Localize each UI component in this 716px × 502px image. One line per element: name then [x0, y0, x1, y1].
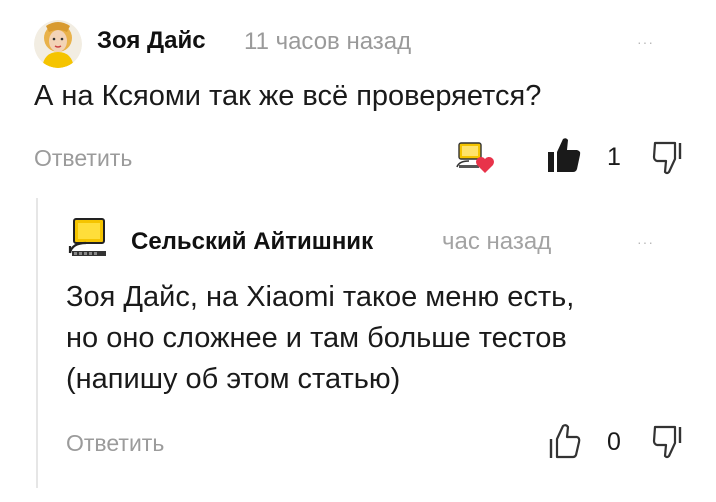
more-options-icon[interactable]: ···	[637, 235, 654, 249]
like-button[interactable]	[546, 136, 582, 174]
comment-author[interactable]: Зоя Дайс	[97, 27, 206, 55]
comment-text: А на Ксяоми так же всё проверяется?	[34, 80, 542, 112]
dislike-button[interactable]	[651, 139, 685, 175]
thread-indent-line	[36, 198, 38, 488]
thumbs-down-icon	[652, 425, 682, 459]
avatar[interactable]	[34, 20, 82, 68]
comments-page: Зоя Дайс 11 часов назад ··· А на Ксяоми …	[0, 0, 716, 502]
thumbs-up-filled-icon	[548, 138, 581, 172]
more-options-icon[interactable]: ···	[637, 35, 654, 49]
reply-button[interactable]: Ответить	[66, 430, 164, 457]
author-heart-icon	[455, 137, 497, 175]
like-count: 0	[607, 428, 621, 456]
like-button[interactable]	[546, 422, 582, 460]
dislike-button[interactable]	[651, 423, 685, 459]
comment-timestamp: час назад	[442, 228, 552, 255]
comment-timestamp: 11 часов назад	[244, 28, 412, 55]
comment-text: Зоя Дайс, на Xiaomi такое меню есть, но …	[66, 281, 575, 395]
avatar[interactable]	[66, 213, 114, 261]
thumbs-down-icon	[652, 141, 682, 175]
like-count: 1	[607, 143, 621, 171]
comment-author[interactable]: Сельский Айтишник	[131, 228, 373, 256]
thumbs-up-icon	[549, 424, 581, 459]
reply-button[interactable]: Ответить	[34, 145, 132, 172]
